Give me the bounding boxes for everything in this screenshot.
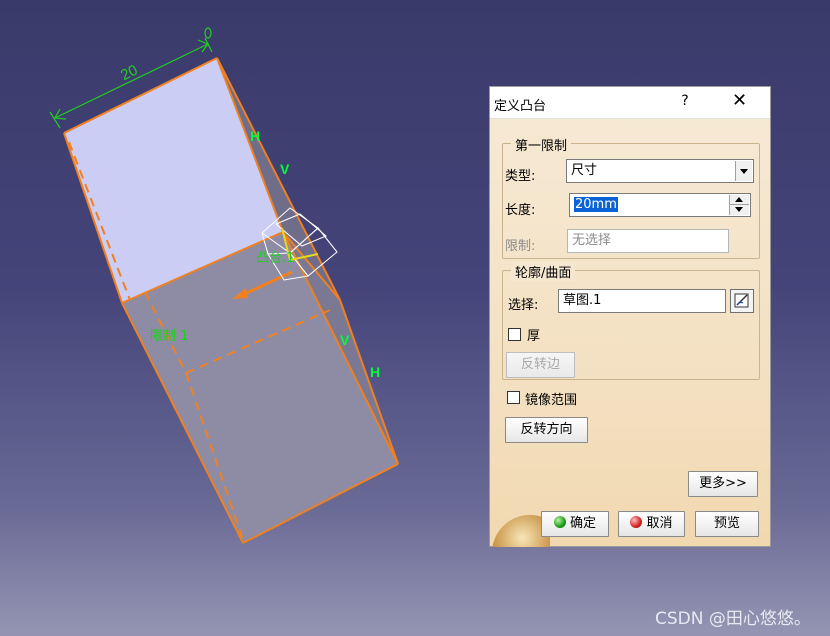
type-select-value: 尺寸 <box>571 163 598 178</box>
mirror-extent-checkbox[interactable] <box>507 391 520 404</box>
length-input[interactable]: 20mm <box>569 193 751 217</box>
dimension-value[interactable]: 20 <box>118 62 140 85</box>
cancel-label: 取消 <box>646 516 673 531</box>
sketch-edit-button[interactable] <box>730 289 754 313</box>
limit-value: 无选择 <box>572 233 612 248</box>
dialog-titlebar[interactable]: 定义凸台 ? ✕ <box>490 87 770 119</box>
ok-button[interactable]: 确定 <box>541 511 609 537</box>
v-marker-right: V <box>340 332 350 348</box>
profile-select-value: 草图.1 <box>563 293 602 308</box>
thick-label: 厚 <box>527 329 541 344</box>
define-pad-dialog: 定义凸台 ? ✕ 第一限制 类型: 尺寸 长度: 20mm 限制: 无选择 轮廓… <box>489 86 771 547</box>
limit-field: 无选择 <box>567 229 729 253</box>
pad-label[interactable]: 凸台.1 <box>256 251 294 266</box>
limit-label: 限制: <box>505 239 536 254</box>
type-label: 类型: <box>505 169 536 184</box>
spin-down-icon[interactable] <box>730 205 749 215</box>
length-spinner[interactable] <box>729 195 749 215</box>
profile-select-field[interactable]: 草图.1 <box>558 289 726 313</box>
length-value: 20mm <box>574 197 618 212</box>
more-button[interactable]: 更多>> <box>688 471 758 497</box>
watermark: CSDN @田心悠悠。 <box>655 609 811 629</box>
ok-label: 确定 <box>569 516 596 531</box>
select-label: 选择: <box>508 298 539 313</box>
cancel-button[interactable]: 取消 <box>618 511 685 537</box>
v-marker-top: V <box>280 161 290 177</box>
profile-surface-title: 轮廓/曲面 <box>511 262 576 281</box>
thick-checkbox[interactable] <box>508 328 521 341</box>
h-marker-top: H <box>250 128 260 144</box>
limit-label[interactable]: 限制 1 <box>150 329 188 344</box>
reverse-direction-button[interactable]: 反转方向 <box>505 417 588 443</box>
sketch-icon <box>734 293 749 308</box>
chevron-down-icon[interactable] <box>735 161 752 181</box>
spin-up-icon[interactable] <box>730 195 749 205</box>
type-select[interactable]: 尺寸 <box>566 159 754 183</box>
cancel-ball-icon <box>630 516 643 528</box>
length-label: 长度: <box>505 203 536 218</box>
reverse-side-button: 反转边 <box>506 352 575 378</box>
first-limit-title: 第一限制 <box>511 135 572 154</box>
h-marker-right: H <box>370 364 380 380</box>
close-button[interactable]: ✕ <box>732 92 747 110</box>
dialog-title: 定义凸台 <box>494 99 547 114</box>
preview-button[interactable]: 预览 <box>695 511 759 537</box>
mirror-extent-label: 镜像范围 <box>525 393 578 408</box>
help-button[interactable]: ? <box>678 93 692 109</box>
ok-ball-icon <box>553 516 566 528</box>
